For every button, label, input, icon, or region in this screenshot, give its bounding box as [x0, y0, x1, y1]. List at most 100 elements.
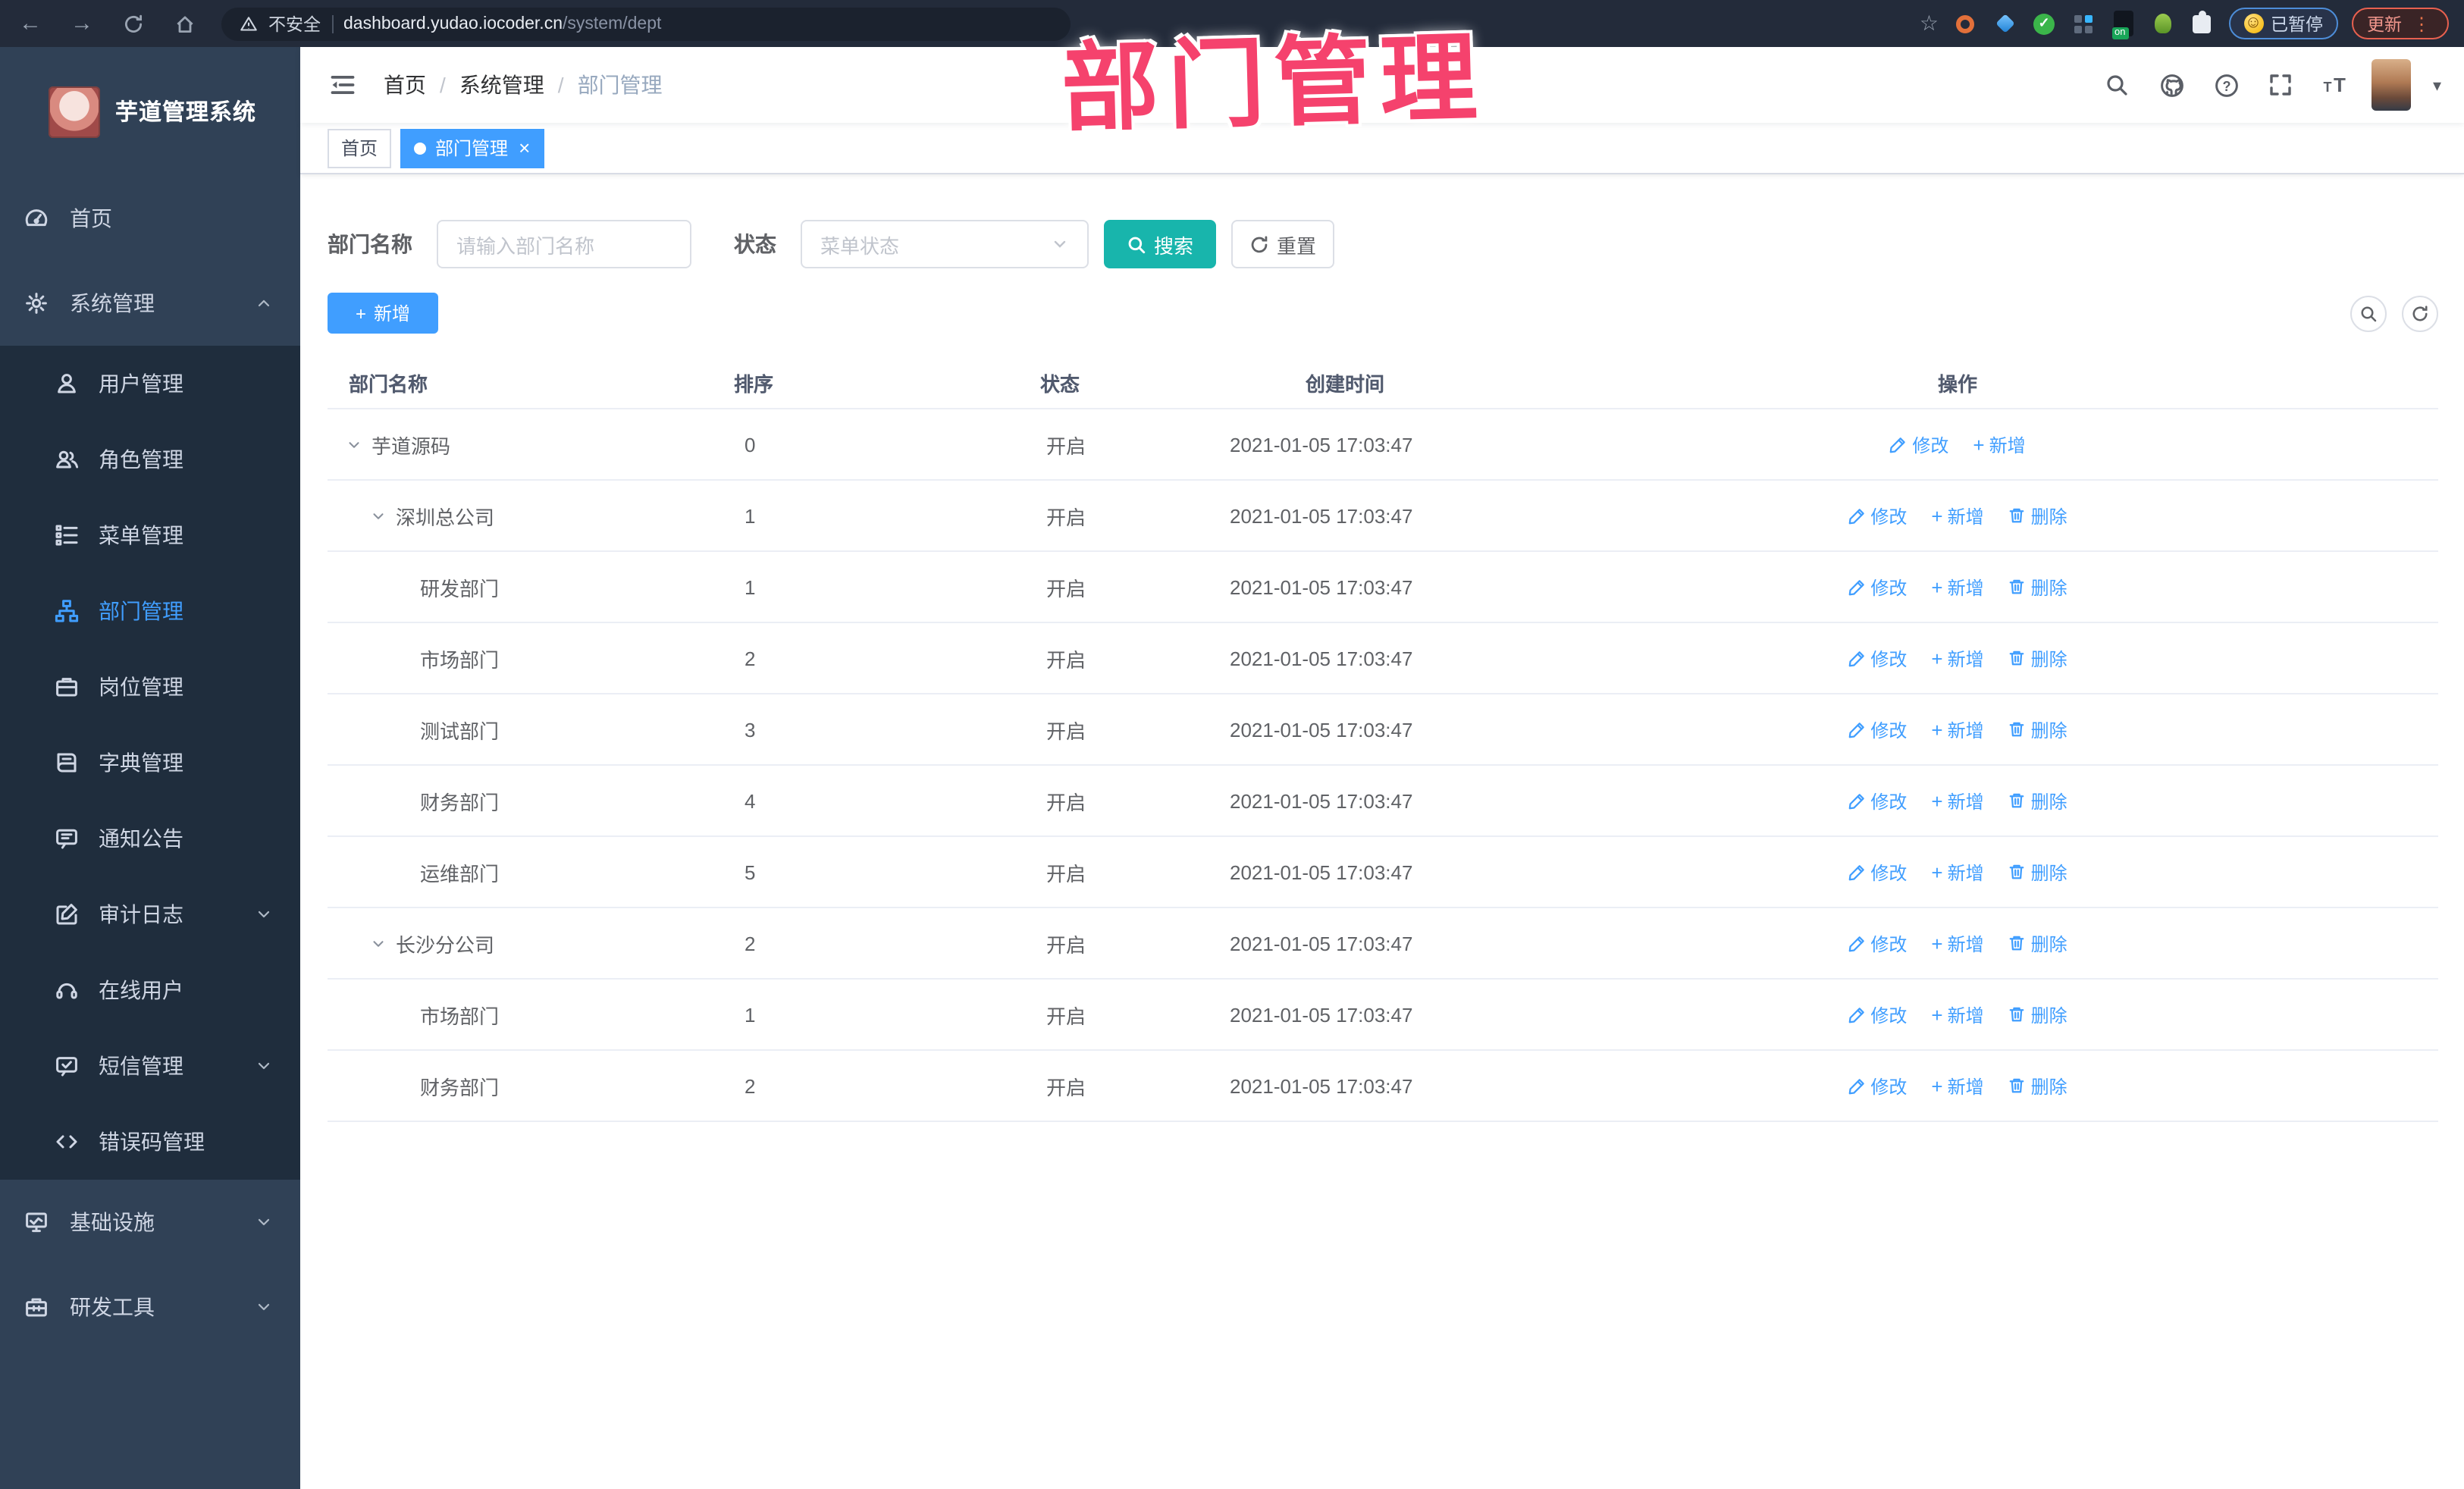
- browser-reload-button[interactable]: [118, 8, 149, 39]
- bookmark-star-icon[interactable]: ☆: [1920, 11, 1939, 36]
- caret-down-icon[interactable]: ▾: [2433, 75, 2441, 95]
- font-size-icon[interactable]: TT: [2318, 67, 2354, 103]
- toggle-search-button[interactable]: [2350, 295, 2387, 331]
- add-action-link[interactable]: + 新增: [1931, 930, 1983, 956]
- tree-expand-icon[interactable]: [346, 436, 371, 453]
- browser-back-button[interactable]: ←: [15, 8, 45, 39]
- sidebar-item-8[interactable]: 通知公告: [0, 801, 300, 876]
- add-action-link[interactable]: + 新增: [1931, 859, 1983, 885]
- add-action-link[interactable]: + 新增: [1931, 1002, 1983, 1027]
- add-action-link[interactable]: + 新增: [1973, 431, 2025, 457]
- sidebar-item-12[interactable]: 错误码管理: [0, 1104, 300, 1180]
- add-action-link[interactable]: + 新增: [1931, 503, 1983, 528]
- sidebar-item-4[interactable]: 菜单管理: [0, 497, 300, 573]
- extension-puzzle-icon[interactable]: [2189, 11, 2215, 36]
- tab-home[interactable]: 首页: [328, 128, 392, 168]
- edit-action-link[interactable]: 修改: [1848, 645, 1907, 671]
- hamburger-icon[interactable]: [323, 65, 362, 105]
- refresh-table-button[interactable]: [2402, 295, 2438, 331]
- sidebar-item-5[interactable]: 部门管理: [0, 573, 300, 649]
- tree-expand-icon[interactable]: [370, 935, 396, 951]
- edit-action-link[interactable]: 修改: [1889, 431, 1948, 457]
- add-action-link[interactable]: + 新增: [1931, 574, 1983, 600]
- dept-sort: 5: [745, 860, 756, 883]
- dept-name: 市场部门: [420, 1005, 500, 1027]
- add-action-link[interactable]: + 新增: [1931, 788, 1983, 813]
- tree-expand-icon[interactable]: [370, 507, 396, 524]
- dept-name-input[interactable]: 请输入部门名称: [437, 220, 691, 268]
- edit-action-link[interactable]: 修改: [1848, 1002, 1907, 1027]
- tab-close-icon[interactable]: ×: [519, 138, 530, 158]
- breadcrumb-home[interactable]: 首页: [384, 70, 426, 100]
- sidebar-item-6[interactable]: 岗位管理: [0, 649, 300, 725]
- delete-action-link[interactable]: 删除: [2008, 574, 2067, 600]
- dept-sort: 0: [745, 433, 756, 456]
- chevron-down-icon: [255, 905, 273, 923]
- browser-update-button[interactable]: 更新 ⋮: [2352, 8, 2449, 39]
- tab-dept[interactable]: 部门管理 ×: [400, 128, 544, 168]
- edit-action-link[interactable]: 修改: [1848, 859, 1907, 885]
- extension-check-icon[interactable]: ✓: [2031, 11, 2057, 36]
- reset-button[interactable]: 重置: [1231, 220, 1334, 268]
- monitor-icon: [24, 1210, 49, 1234]
- action-label: 删除: [2030, 791, 2067, 812]
- search-button[interactable]: 搜索: [1104, 220, 1216, 268]
- sidebar-item-label: 短信管理: [99, 1054, 183, 1078]
- browser-forward-button[interactable]: →: [67, 8, 97, 39]
- extension-ring-icon[interactable]: [1952, 11, 1978, 36]
- extension-list-icon[interactable]: on: [2110, 11, 2136, 39]
- add-action-link[interactable]: + 新增: [1931, 1073, 1983, 1099]
- delete-action-link[interactable]: 删除: [2008, 645, 2067, 671]
- chevron-up-icon: [255, 294, 273, 312]
- avatar[interactable]: [2372, 59, 2412, 111]
- edit-action-link[interactable]: 修改: [1848, 930, 1907, 956]
- sidebar-item-7[interactable]: 字典管理: [0, 725, 300, 801]
- status-select[interactable]: 菜单状态: [801, 220, 1089, 268]
- sidebar-item-1[interactable]: 系统管理: [0, 261, 300, 346]
- sidebar-item-3[interactable]: 角色管理: [0, 422, 300, 497]
- sidebar-item-0[interactable]: 首页: [0, 176, 300, 261]
- sidebar-item-9[interactable]: 审计日志: [0, 876, 300, 952]
- table-header-row: 部门名称 排序 状态 创建时间 操作: [328, 358, 2438, 409]
- action-label: 修改: [1870, 933, 1908, 955]
- delete-icon: [2008, 1005, 2027, 1023]
- dept-sort: 2: [745, 932, 756, 955]
- delete-action-link[interactable]: 删除: [2008, 859, 2067, 885]
- sidebar: 芋道管理系统 首页 系统管理 用户管理 角色管理 菜单管理 部门管理 岗位管理 字典管理 通知公…: [0, 47, 300, 1489]
- delete-action-link[interactable]: 删除: [2008, 788, 2067, 813]
- sidebar-item-14[interactable]: 研发工具: [0, 1265, 300, 1350]
- filter-form: 部门名称 请输入部门名称 状态 菜单状态 搜索 重置: [328, 220, 2438, 268]
- sidebar-item-2[interactable]: 用户管理: [0, 346, 300, 422]
- address-bar[interactable]: 不安全 dashboard.yudao.iocoder.cn/system/de…: [221, 7, 1071, 40]
- help-icon[interactable]: ?: [2209, 67, 2245, 103]
- delete-action-link[interactable]: 删除: [2008, 1073, 2067, 1099]
- github-icon[interactable]: [2154, 67, 2190, 103]
- sidebar-item-13[interactable]: 基础设施: [0, 1180, 300, 1265]
- add-action-link[interactable]: + 新增: [1931, 716, 1983, 742]
- edit-action-link[interactable]: 修改: [1848, 574, 1907, 600]
- edit-action-link[interactable]: 修改: [1848, 716, 1907, 742]
- add-action-link[interactable]: + 新增: [1931, 645, 1983, 671]
- extension-plant-icon[interactable]: [2149, 11, 2175, 36]
- delete-action-link[interactable]: 删除: [2008, 716, 2067, 742]
- breadcrumb-system[interactable]: 系统管理: [459, 70, 544, 100]
- browser-home-button[interactable]: [170, 8, 200, 39]
- delete-action-link[interactable]: 删除: [2008, 1002, 2067, 1027]
- edit-action-link[interactable]: 修改: [1848, 503, 1907, 528]
- add-button[interactable]: + 新增: [328, 293, 438, 334]
- edit-action-link[interactable]: 修改: [1848, 788, 1907, 813]
- extension-grid-icon[interactable]: [2071, 11, 2096, 36]
- profile-paused-chip[interactable]: ☺ 已暂停: [2228, 8, 2338, 39]
- dept-table: 部门名称 排序 状态 创建时间 操作 芋道源码 0 开启 2021-01-05 17:…: [328, 358, 2438, 1122]
- delete-action-link[interactable]: 删除: [2008, 503, 2067, 528]
- delete-action-link[interactable]: 删除: [2008, 930, 2067, 956]
- fullscreen-icon[interactable]: [2263, 67, 2299, 103]
- extension-gem-icon[interactable]: [1992, 11, 2017, 36]
- dept-name: 财务部门: [420, 791, 500, 813]
- sidebar-logo[interactable]: 芋道管理系统: [0, 47, 300, 176]
- sidebar-item-10[interactable]: 在线用户: [0, 952, 300, 1028]
- sidebar-item-11[interactable]: 短信管理: [0, 1028, 300, 1104]
- search-icon[interactable]: [2099, 67, 2136, 103]
- edit-action-link[interactable]: 修改: [1848, 1073, 1907, 1099]
- browser-menu-icon[interactable]: ⋮: [2409, 13, 2434, 34]
